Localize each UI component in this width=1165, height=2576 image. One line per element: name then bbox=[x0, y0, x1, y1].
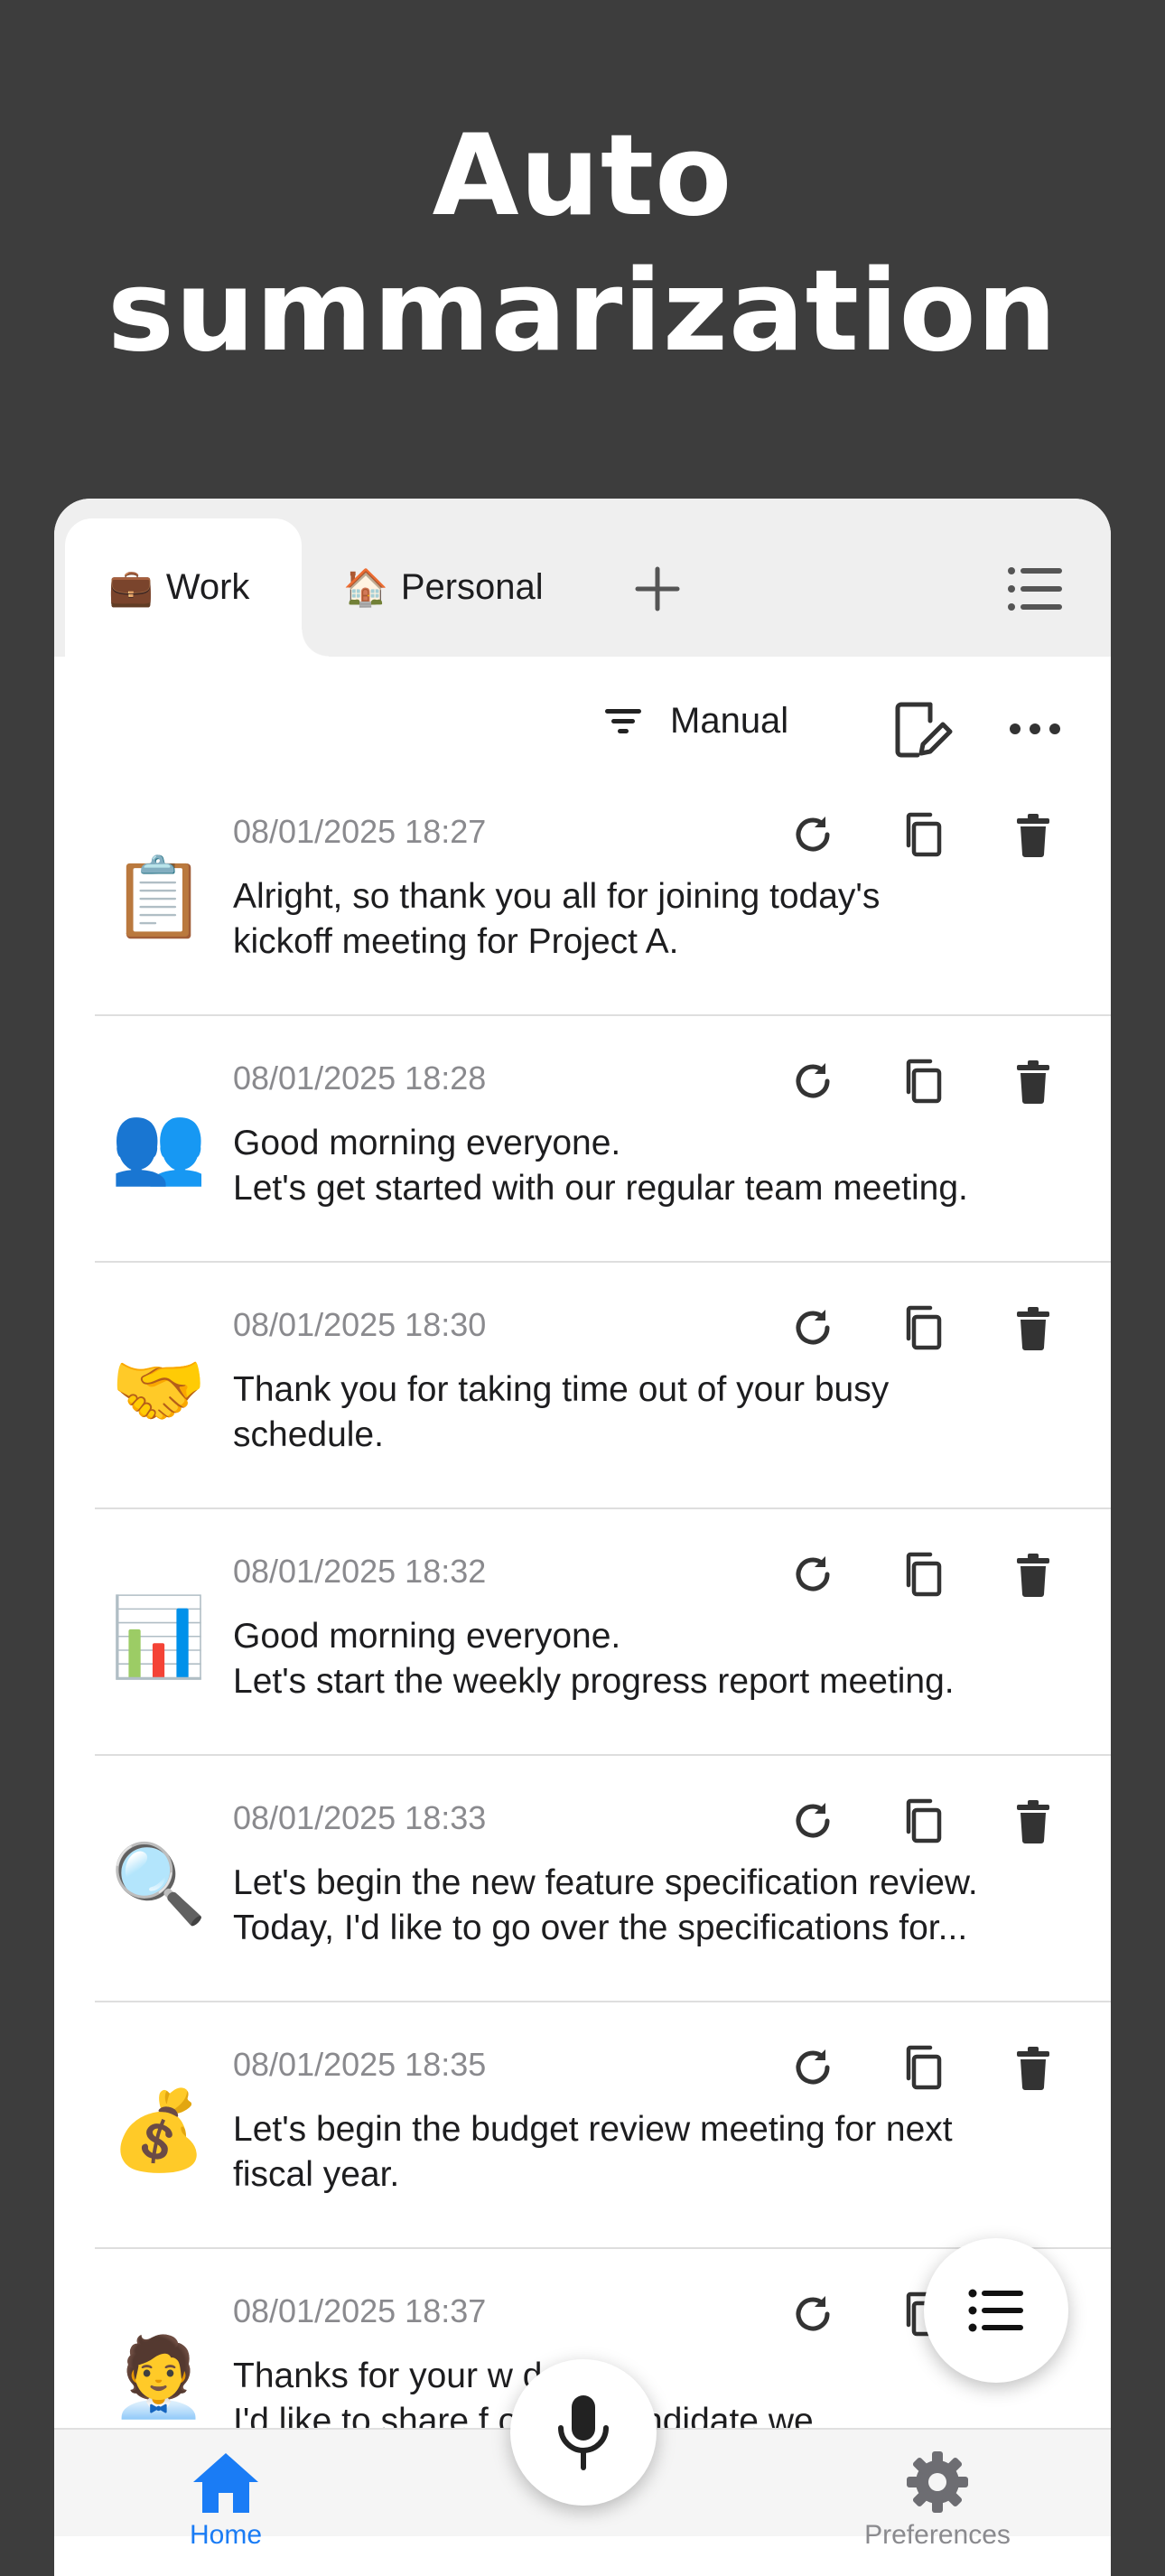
more-button[interactable] bbox=[1008, 715, 1062, 742]
house-icon: 🏠 bbox=[343, 568, 388, 608]
delete-button[interactable] bbox=[1008, 1549, 1058, 1600]
recording-summary: Good morning everyone. Let's get started… bbox=[233, 1124, 968, 1208]
nav-preferences[interactable] bbox=[901, 2448, 974, 2516]
recording-emoji-icon: 💰 bbox=[110, 2087, 208, 2174]
sort-button[interactable]: Manual bbox=[603, 701, 788, 742]
copy-button[interactable] bbox=[898, 1056, 948, 1106]
recording-timestamp: 08/01/2025 18:32 bbox=[233, 1553, 487, 1590]
list-icon bbox=[1008, 567, 1062, 611]
microphone-icon bbox=[558, 2395, 609, 2470]
copy-button[interactable] bbox=[898, 809, 948, 860]
list-item[interactable]: 📋 08/01/2025 18:27 Alright, so thank you a… bbox=[54, 770, 1111, 1016]
recording-timestamp: 08/01/2025 18:30 bbox=[233, 1306, 487, 1343]
briefcase-icon: 💼 bbox=[108, 568, 154, 608]
recording-emoji-icon: 🧑‍💼 bbox=[110, 2334, 208, 2421]
recording-timestamp: 08/01/2025 18:35 bbox=[233, 2046, 487, 2083]
regenerate-button[interactable] bbox=[788, 1056, 838, 1106]
refresh-icon bbox=[788, 1056, 838, 1106]
trash-icon bbox=[1008, 1056, 1058, 1106]
refresh-icon bbox=[788, 1796, 838, 1846]
hero-title-line-1: Auto bbox=[432, 111, 733, 241]
recording-summary: Thank you for taking time out of your bu… bbox=[233, 1370, 890, 1454]
add-tab-button[interactable] bbox=[632, 564, 683, 614]
copy-icon bbox=[898, 2042, 948, 2093]
copy-icon bbox=[898, 1549, 948, 1600]
recording-emoji-icon: 📋 bbox=[110, 854, 208, 941]
list-item[interactable]: 👥 08/01/2025 18:28 Good morning everyone. … bbox=[54, 1016, 1111, 1263]
delete-button[interactable] bbox=[1008, 2042, 1058, 2093]
summary-list-button[interactable] bbox=[924, 2238, 1068, 2383]
refresh-icon bbox=[788, 1549, 838, 1600]
ellipsis-icon bbox=[1010, 723, 1060, 734]
regenerate-button[interactable] bbox=[788, 2289, 838, 2339]
delete-button[interactable] bbox=[1008, 1796, 1058, 1846]
tab-personal[interactable]: 🏠 Personal bbox=[343, 518, 544, 657]
plus-icon bbox=[635, 566, 680, 611]
copy-icon bbox=[898, 1056, 948, 1106]
trash-icon bbox=[1008, 809, 1058, 860]
list-icon bbox=[968, 2289, 1023, 2332]
regenerate-button[interactable] bbox=[788, 2042, 838, 2093]
recording-timestamp: 08/01/2025 18:27 bbox=[233, 813, 487, 850]
copy-button[interactable] bbox=[898, 2042, 948, 2093]
regenerate-button[interactable] bbox=[788, 809, 838, 860]
recording-summary: Good morning everyone. Let's start the w… bbox=[233, 1617, 955, 1701]
tab-list-button[interactable] bbox=[1006, 564, 1064, 614]
hero-headline: Auto summarization bbox=[0, 0, 1165, 488]
home-icon bbox=[193, 2453, 258, 2513]
recording-emoji-icon: 📊 bbox=[110, 1594, 208, 1681]
recording-timestamp: 08/01/2025 18:37 bbox=[233, 2292, 487, 2329]
trash-icon bbox=[1008, 1549, 1058, 1600]
delete-button[interactable] bbox=[1008, 809, 1058, 860]
gear-icon bbox=[907, 2451, 968, 2513]
sort-label: Manual bbox=[670, 701, 789, 741]
refresh-icon bbox=[788, 809, 838, 860]
list-item[interactable]: 🔍 08/01/2025 18:33 Let's begin the new fea… bbox=[54, 1756, 1111, 2002]
recording-summary: Let's begin the budget review meeting fo… bbox=[233, 2110, 953, 2194]
delete-button[interactable] bbox=[1008, 1302, 1058, 1353]
copy-icon bbox=[898, 1302, 948, 1353]
hero-title-line-2: summarization bbox=[107, 247, 1058, 377]
nav-home[interactable] bbox=[190, 2448, 262, 2516]
copy-button[interactable] bbox=[898, 1302, 948, 1353]
list-item[interactable]: 🤝 08/01/2025 18:30 Thank you for taking ti… bbox=[54, 1263, 1111, 1509]
filter-icon bbox=[605, 708, 641, 733]
refresh-icon bbox=[788, 2042, 838, 2093]
recording-timestamp: 08/01/2025 18:28 bbox=[233, 1059, 487, 1097]
tab-work[interactable]: 💼 Work bbox=[65, 518, 329, 657]
edit-button[interactable] bbox=[890, 697, 955, 762]
nav-preferences-label: Preferences bbox=[864, 2520, 1011, 2550]
regenerate-button[interactable] bbox=[788, 1302, 838, 1353]
list-item[interactable]: 📊 08/01/2025 18:32 Good morning everyone. … bbox=[54, 1509, 1111, 1756]
regenerate-button[interactable] bbox=[788, 1796, 838, 1846]
tab-work-label: Work bbox=[165, 567, 250, 607]
copy-button[interactable] bbox=[898, 1549, 948, 1600]
edit-note-icon bbox=[895, 702, 953, 758]
copy-button[interactable] bbox=[898, 1796, 948, 1846]
regenerate-button[interactable] bbox=[788, 1549, 838, 1600]
refresh-icon bbox=[788, 1302, 838, 1353]
recording-emoji-icon: 🤝 bbox=[110, 1348, 208, 1434]
tab-bar: 💼 Work 🏠 Personal bbox=[54, 499, 1111, 657]
recording-summary: Alright, so thank you all for joining to… bbox=[233, 877, 881, 961]
recording-emoji-icon: 🔍 bbox=[110, 1841, 208, 1927]
trash-icon bbox=[1008, 1796, 1058, 1846]
refresh-icon bbox=[788, 2289, 838, 2339]
list-toolbar: Manual bbox=[54, 688, 1111, 770]
recording-timestamp: 08/01/2025 18:33 bbox=[233, 1799, 487, 1836]
recording-summary: Let's begin the new feature specificatio… bbox=[233, 1863, 978, 1947]
trash-icon bbox=[1008, 1302, 1058, 1353]
trash-icon bbox=[1008, 2042, 1058, 2093]
nav-home-label: Home bbox=[190, 2520, 263, 2550]
copy-icon bbox=[898, 1796, 948, 1846]
tab-personal-label: Personal bbox=[400, 567, 544, 607]
record-button[interactable] bbox=[510, 2359, 657, 2506]
delete-button[interactable] bbox=[1008, 1056, 1058, 1106]
recording-emoji-icon: 👥 bbox=[110, 1101, 208, 1188]
copy-icon bbox=[898, 809, 948, 860]
list-item[interactable]: 💰 08/01/2025 18:35 Let's begin the budget … bbox=[54, 2002, 1111, 2249]
